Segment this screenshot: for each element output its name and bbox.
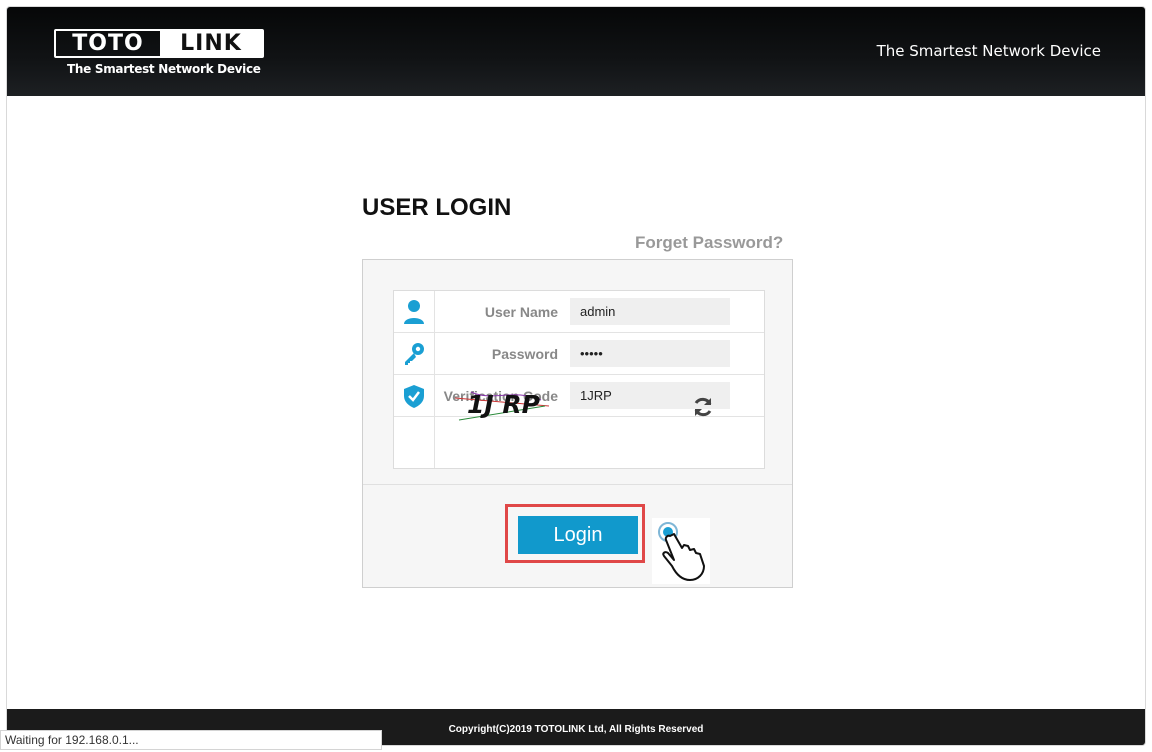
username-row: User Name — [394, 291, 764, 333]
login-panel: User Name Password — [362, 259, 793, 588]
pointer-hand-icon — [652, 518, 710, 584]
username-label: User Name — [484, 303, 558, 320]
browser-status-bar: Waiting for 192.168.0.1... — [0, 730, 382, 750]
forget-password-link[interactable]: Forget Password? — [635, 233, 783, 253]
panel-divider — [363, 484, 792, 485]
user-icon — [394, 291, 435, 332]
totolink-logo: TOTO LINK The Smartest Network Device — [54, 29, 264, 76]
logo-tagline: The Smartest Network Device — [67, 62, 261, 76]
browser-viewport: TOTO LINK The Smartest Network Device Th… — [6, 6, 1146, 746]
copyright-text: Copyright(C)2019 TOTOLINK Ltd, All Right… — [448, 723, 704, 735]
login-button-highlight: Login — [505, 504, 645, 563]
header-slogan: The Smartest Network Device — [876, 42, 1101, 60]
logo-left-text: TOTO — [72, 31, 144, 56]
password-input[interactable] — [570, 340, 730, 367]
login-button[interactable]: Login — [518, 516, 638, 554]
captcha-image: 1J RP — [454, 390, 550, 421]
key-icon — [394, 333, 435, 374]
username-input[interactable] — [570, 298, 730, 325]
svg-text:1J RP: 1J RP — [467, 390, 540, 419]
page-title: USER LOGIN — [362, 194, 512, 221]
shield-check-icon — [394, 375, 435, 416]
refresh-captcha-icon[interactable] — [691, 395, 715, 419]
logo-right-text: LINK — [160, 31, 262, 56]
password-row: Password — [394, 333, 764, 375]
header-bar: TOTO LINK The Smartest Network Device Th… — [7, 7, 1145, 96]
password-label: Password — [491, 345, 558, 362]
login-form: User Name Password — [393, 290, 765, 469]
captcha-row — [394, 417, 764, 468]
